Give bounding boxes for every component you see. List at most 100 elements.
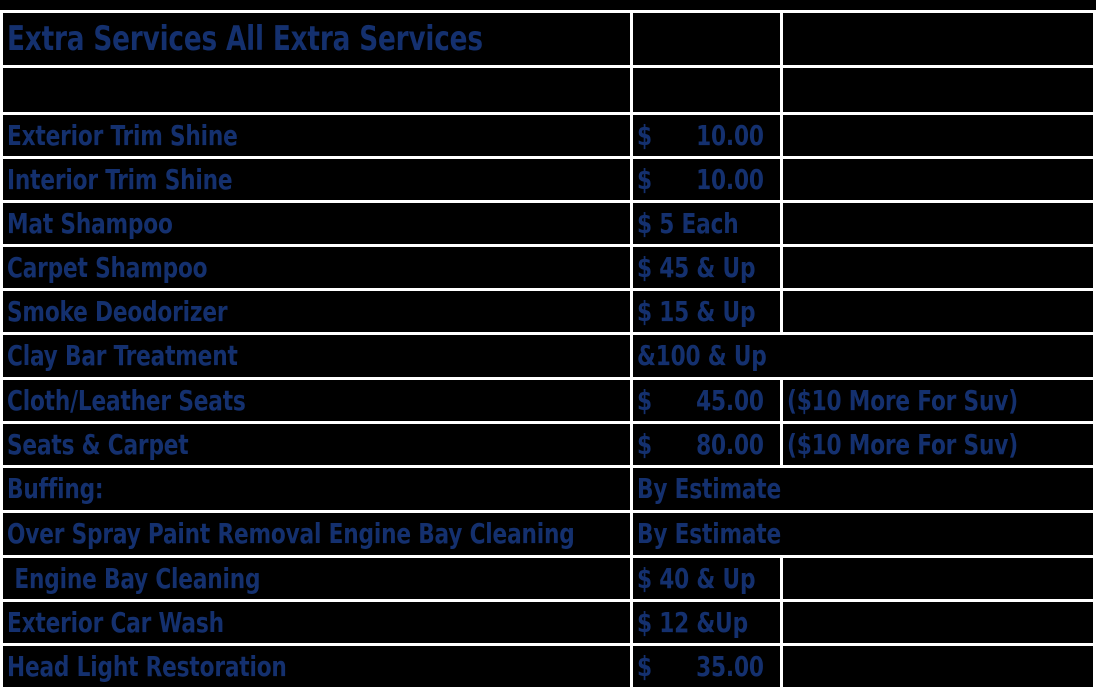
price-cell: $ 45 & Up: [630, 244, 783, 291]
price-cell: $ 10.00: [630, 112, 783, 159]
service-name-text: Exterior Trim Shine: [7, 118, 238, 152]
service-name-text: Cloth/Leather Seats: [7, 383, 246, 417]
table-row: Interior Trim Shine $ 10.00: [0, 156, 1096, 203]
price-cell: $ 40 & Up: [630, 555, 783, 602]
note-text: [787, 223, 1050, 224]
table-title-text: Extra Services All Extra Services: [7, 19, 483, 59]
price-cell: By Estimate: [630, 510, 1096, 558]
note-cell: [780, 555, 1096, 602]
note-cell: [780, 112, 1096, 159]
price-cell: $ 5 Each: [630, 200, 783, 247]
note-text: [787, 90, 1050, 91]
price-text: $ 5 Each: [637, 206, 739, 240]
price-cell: $ 80.00: [630, 421, 783, 468]
table-row: Smoke Deodorizer $ 15 & Up: [0, 288, 1096, 335]
table-row: Engine Bay Cleaning $ 40 & Up: [0, 555, 1096, 602]
service-name-cell: Buffing:: [0, 465, 633, 513]
table-row: Over Spray Paint Removal Engine Bay Clea…: [0, 510, 1096, 558]
note-cell: [780, 288, 1096, 335]
service-name-text: Interior Trim Shine: [7, 162, 233, 196]
price-text: $ 10.00: [637, 118, 764, 152]
service-name-text: Exterior Car Wash: [7, 605, 224, 639]
service-name-cell: Cloth/Leather Seats: [0, 377, 633, 424]
note-text: [787, 135, 1050, 136]
price-text: [637, 90, 760, 91]
table-row: Extra Services All Extra Services: [0, 10, 1096, 68]
note-cell: ($10 More For Suv): [780, 377, 1096, 424]
price-text: [637, 39, 760, 40]
price-text: $ 80.00: [637, 427, 764, 461]
service-name-cell: Head Light Restoration: [0, 643, 633, 690]
price-text: $ 12 &Up: [637, 605, 748, 639]
note-cell: [780, 200, 1096, 247]
service-name-cell: Exterior Car Wash: [0, 599, 633, 646]
price-cell: [630, 10, 783, 68]
note-cell: [780, 10, 1096, 68]
table-title-cell: Extra Services All Extra Services: [0, 10, 633, 68]
price-cell: $ 12 &Up: [630, 599, 783, 646]
price-text: By Estimate: [637, 472, 782, 505]
table-row: Mat Shampoo $ 5 Each: [0, 200, 1096, 247]
service-name-cell: Seats & Carpet: [0, 421, 633, 468]
price-cell: [630, 65, 783, 115]
price-text: &100 & Up: [637, 339, 767, 372]
service-name-cell: Smoke Deodorizer: [0, 288, 633, 335]
price-cell: $ 35.00: [630, 643, 783, 690]
table-row: Carpet Shampoo $ 45 & Up: [0, 244, 1096, 291]
service-name-text: Carpet Shampoo: [7, 250, 208, 284]
price-cell: $ 45.00: [630, 377, 783, 424]
price-cell: &100 & Up: [630, 332, 1096, 380]
service-name-cell: Mat Shampoo: [0, 200, 633, 247]
note-cell: ($10 More For Suv): [780, 421, 1096, 468]
note-text: [787, 666, 1050, 667]
price-text: By Estimate: [637, 517, 782, 550]
note-text: [787, 622, 1050, 623]
service-name-text: [7, 90, 543, 91]
note-text: ($10 More For Suv): [787, 383, 1018, 417]
table-row: Seats & Carpet $ 80.00 ($10 More For Suv): [0, 421, 1096, 468]
price-text: $ 15 & Up: [637, 294, 756, 328]
service-name-text: Engine Bay Cleaning: [7, 561, 261, 595]
service-name-text: Over Spray Paint Removal Engine Bay Clea…: [7, 517, 575, 550]
table-body: Extra Services All Extra Services Exterio…: [0, 10, 1096, 690]
service-name-cell: Exterior Trim Shine: [0, 112, 633, 159]
service-name-text: Buffing:: [7, 472, 104, 505]
note-cell: [780, 156, 1096, 203]
table-row: Exterior Trim Shine $ 10.00: [0, 112, 1096, 159]
note-text: [787, 179, 1050, 180]
table-row: Buffing: By Estimate: [0, 465, 1096, 513]
service-name-cell: Over Spray Paint Removal Engine Bay Clea…: [0, 510, 633, 558]
price-list-page: Extra Services All Extra Services Exterio…: [0, 0, 1096, 690]
price-cell: $ 10.00: [630, 156, 783, 203]
note-cell: [780, 599, 1096, 646]
price-text: $ 45 & Up: [637, 250, 756, 284]
service-name-text: Seats & Carpet: [7, 427, 189, 461]
service-name-cell: Interior Trim Shine: [0, 156, 633, 203]
note-cell: [780, 65, 1096, 115]
price-text: $ 40 & Up: [637, 561, 756, 595]
table-row: Cloth/Leather Seats $ 45.00 ($10 More For …: [0, 377, 1096, 424]
note-text: [787, 267, 1050, 268]
service-name-text: Smoke Deodorizer: [7, 294, 228, 328]
price-text: $ 45.00: [637, 383, 764, 417]
table-row: Head Light Restoration $ 35.00: [0, 643, 1096, 690]
note-text: [787, 311, 1050, 312]
service-name-text: Mat Shampoo: [7, 206, 173, 240]
note-cell: [780, 643, 1096, 690]
price-cell: $ 15 & Up: [630, 288, 783, 335]
note-text: ($10 More For Suv): [787, 427, 1018, 461]
price-text: $ 10.00: [637, 162, 764, 196]
note-cell: [780, 244, 1096, 291]
service-name-cell: Engine Bay Cleaning: [0, 555, 633, 602]
price-text: $ 35.00: [637, 649, 764, 683]
note-text: [787, 578, 1050, 579]
extra-services-table: Extra Services All Extra Services Exterio…: [0, 10, 1096, 690]
table-row: Exterior Car Wash $ 12 &Up: [0, 599, 1096, 646]
table-row: Clay Bar Treatment &100 & Up: [0, 332, 1096, 380]
service-name-cell: Carpet Shampoo: [0, 244, 633, 291]
service-name-text: Head Light Restoration: [7, 649, 287, 683]
table-row: [0, 65, 1096, 115]
service-name-cell: Clay Bar Treatment: [0, 332, 633, 380]
service-name-cell: [0, 65, 633, 115]
service-name-text: Clay Bar Treatment: [7, 339, 238, 372]
